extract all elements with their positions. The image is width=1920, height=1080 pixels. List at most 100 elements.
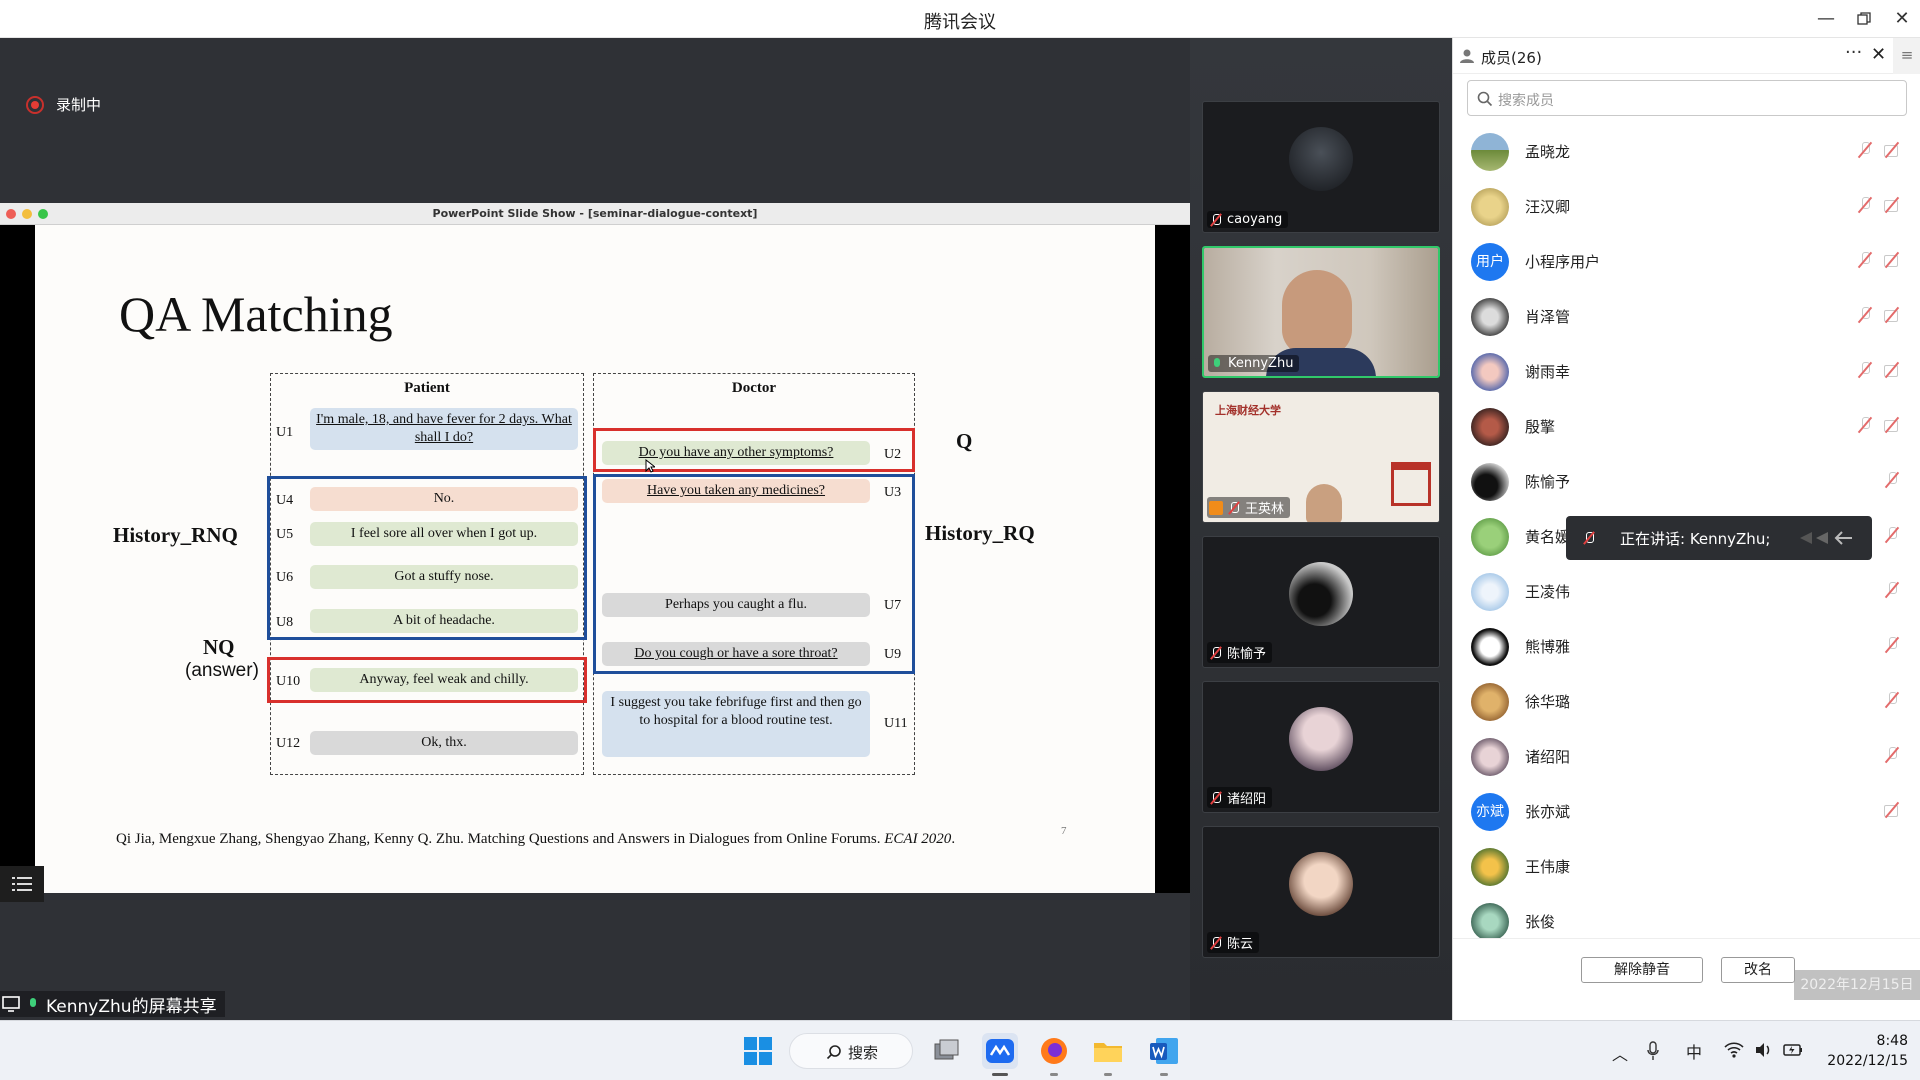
mic-muted-icon[interactable] xyxy=(1856,141,1874,159)
mic-muted-icon[interactable] xyxy=(1883,581,1901,599)
member-name: 诸绍阳 xyxy=(1525,748,1571,766)
host-icon xyxy=(1209,500,1223,515)
taskbar-search-button[interactable]: 搜索 xyxy=(789,1033,913,1069)
wifi-icon[interactable] xyxy=(1724,1041,1744,1059)
slide-list-button[interactable] xyxy=(0,866,44,902)
battery-charging-icon[interactable] xyxy=(1782,1041,1804,1059)
speaking-tooltip: 正在讲话: KennyZhu; xyxy=(1566,516,1872,560)
running-indicator xyxy=(1050,1073,1058,1076)
video-tile[interactable]: caoyang xyxy=(1202,101,1440,233)
tencent-meeting-taskbar-button[interactable] xyxy=(982,1033,1018,1076)
word-icon xyxy=(1150,1038,1178,1064)
ime-indicator[interactable]: 中 xyxy=(1686,1039,1702,1063)
video-tile[interactable]: 上海财经大学 王英林 xyxy=(1202,391,1440,523)
member-row[interactable]: 徐华璐 xyxy=(1453,672,1897,727)
video-name: 王英林 xyxy=(1245,502,1285,517)
unmute-all-button[interactable]: 解除静音 xyxy=(1581,957,1703,983)
history-rnq-label: History_RNQ xyxy=(113,523,238,547)
mic-muted-icon[interactable] xyxy=(1856,251,1874,269)
member-row[interactable]: 亦斌 张亦斌 xyxy=(1453,782,1898,837)
mic-muted-icon[interactable] xyxy=(1856,361,1874,379)
clock-date: 2022/12/15 xyxy=(1827,1053,1908,1069)
tencent-meeting-icon xyxy=(986,1039,1014,1063)
close-window-button[interactable]: ✕ xyxy=(1888,6,1916,32)
member-row[interactable]: 孟晓龙 xyxy=(1453,122,1898,177)
avatar: 亦斌 xyxy=(1471,793,1509,831)
member-row[interactable]: 熊博雅 xyxy=(1453,617,1897,672)
mic-muted-icon xyxy=(1209,213,1223,227)
member-row[interactable]: 肖泽管 xyxy=(1453,287,1898,342)
member-name: 陈愉予 xyxy=(1525,473,1571,491)
member-row[interactable]: 谢雨幸 xyxy=(1453,342,1898,397)
mic-muted-icon[interactable] xyxy=(1883,526,1901,544)
mic-muted-icon[interactable] xyxy=(1883,746,1901,764)
mic-on-icon xyxy=(1210,357,1224,371)
member-name: 徐华璐 xyxy=(1525,693,1571,711)
microphone-icon[interactable] xyxy=(1646,1041,1660,1061)
member-row[interactable]: 诸绍阳 xyxy=(1453,727,1897,782)
active-app-indicator xyxy=(992,1073,1008,1076)
word-taskbar-button[interactable] xyxy=(1146,1033,1182,1076)
recording-indicator[interactable]: 录制中 xyxy=(26,94,101,115)
nq-highlight-box xyxy=(267,657,587,703)
utterance-id: U1 xyxy=(276,425,294,440)
mic-muted-icon[interactable] xyxy=(1883,636,1901,654)
camera-off-icon[interactable] xyxy=(1883,308,1903,322)
member-search-input[interactable]: 搜索成员 xyxy=(1467,80,1907,116)
member-row[interactable]: 用户 小程序用户 xyxy=(1453,232,1898,287)
slide-page-number: 7 xyxy=(1061,825,1067,837)
member-row[interactable]: 汪汉卿 xyxy=(1453,177,1898,232)
mic-muted-icon[interactable] xyxy=(1856,196,1874,214)
screen-share-indicator: KennyZhu的屏幕共享 xyxy=(0,991,225,1017)
start-button[interactable] xyxy=(740,1033,776,1069)
firefox-taskbar-button[interactable] xyxy=(1036,1033,1072,1076)
camera-off-icon[interactable] xyxy=(1883,253,1903,267)
file-explorer-taskbar-button[interactable] xyxy=(1090,1033,1126,1076)
mic-muted-icon xyxy=(1227,501,1241,515)
app-titlebar: 腾讯会议 — ✕ xyxy=(0,0,1920,38)
mic-muted-icon[interactable] xyxy=(1883,471,1901,489)
camera-off-icon[interactable] xyxy=(1883,143,1903,157)
task-view-button[interactable] xyxy=(928,1033,964,1069)
video-tile-active-speaker[interactable]: KennyZhu xyxy=(1202,246,1440,378)
camera-off-icon[interactable] xyxy=(1883,803,1903,817)
members-header: 成员(26) ··· ✕ ≡ xyxy=(1453,38,1920,74)
minimize-button[interactable]: — xyxy=(1812,6,1840,32)
member-row[interactable]: 殷擎 xyxy=(1453,397,1898,452)
panel-menu-icon[interactable]: ≡ xyxy=(1893,38,1920,74)
patient-header: Patient xyxy=(404,380,450,396)
mic-muted-icon xyxy=(1209,646,1223,660)
close-panel-button[interactable]: ✕ xyxy=(1871,44,1886,65)
restore-icon xyxy=(1857,12,1871,25)
video-name-tag: KennyZhu xyxy=(1208,355,1300,372)
mic-muted-icon[interactable] xyxy=(1856,306,1874,324)
search-icon xyxy=(826,1045,841,1060)
restore-button[interactable] xyxy=(1850,6,1878,32)
show-hidden-icons-chevron-up-icon[interactable]: ︿ xyxy=(1612,1041,1628,1065)
video-tile[interactable]: 陈云 xyxy=(1202,826,1440,958)
member-name: 汪汉卿 xyxy=(1525,198,1571,216)
speaker-volume-icon[interactable] xyxy=(1754,1041,1772,1059)
building-graphic xyxy=(1391,462,1431,506)
mic-muted-icon[interactable] xyxy=(1883,691,1901,709)
camera-off-icon[interactable] xyxy=(1883,198,1903,212)
firefox-icon xyxy=(1041,1038,1067,1064)
avatar xyxy=(1471,903,1509,941)
mic-muted-icon[interactable] xyxy=(1856,416,1874,434)
member-row[interactable]: 王伟康 xyxy=(1453,837,1893,892)
more-options-icon[interactable]: ··· xyxy=(1845,42,1862,63)
video-tile[interactable]: 诸绍阳 xyxy=(1202,681,1440,813)
share-label: KennyZhu的屏幕共享 xyxy=(46,996,217,1017)
camera-off-icon[interactable] xyxy=(1883,363,1903,377)
avatar xyxy=(1289,707,1353,771)
camera-off-icon[interactable] xyxy=(1883,418,1903,432)
system-clock[interactable]: 8:48 2022/12/15 xyxy=(1818,1031,1908,1071)
member-row[interactable]: 王凌伟 xyxy=(1453,562,1897,617)
ppt-titlebar: PowerPoint Slide Show - [seminar-dialogu… xyxy=(0,203,1190,225)
member-row[interactable]: 陈愉予 xyxy=(1453,452,1897,507)
rename-button[interactable]: 改名 xyxy=(1721,957,1795,983)
avatar xyxy=(1471,133,1509,171)
taskbar-search-label: 搜索 xyxy=(848,1044,879,1062)
member-name: 张亦斌 xyxy=(1525,803,1571,821)
video-tile[interactable]: 陈愉予 xyxy=(1202,536,1440,668)
